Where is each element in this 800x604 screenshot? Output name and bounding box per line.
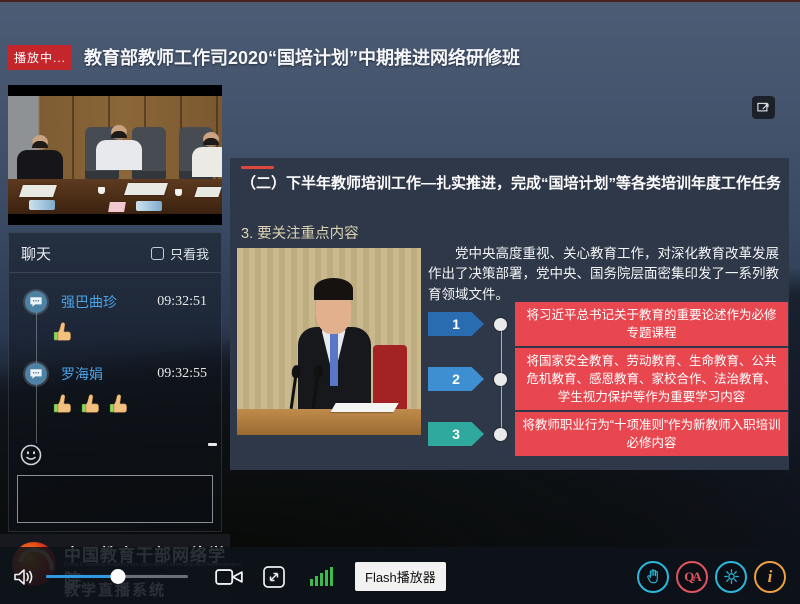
chat-message-emojis (53, 321, 221, 342)
chat-message-list[interactable]: 强巴曲珍 09:32:51 罗海娟 09:32:55 (9, 273, 221, 469)
speaker-icon (12, 565, 36, 589)
list-number-chevron: 3 (428, 422, 484, 446)
list-number-chevron: 2 (428, 367, 484, 391)
slide-list-item: 2 将国家安全教育、劳动教育、生命教育、公共危机教育、感恩教育、家校合作、法治教… (428, 348, 788, 410)
chat-timestamp: 09:32:55 (157, 366, 207, 382)
volume-mute-button[interactable] (12, 565, 36, 589)
list-bullet-dot (494, 373, 507, 386)
gear-icon (722, 567, 741, 586)
chat-message-emojis (53, 393, 221, 414)
list-bullet-dot (494, 318, 507, 331)
swap-layout-button[interactable] (262, 565, 286, 589)
raise-hand-button[interactable] (637, 561, 669, 593)
qa-button[interactable]: QA (676, 561, 708, 593)
signal-strength-indicator (310, 567, 333, 586)
chat-header: 聊天 只看我 (9, 233, 221, 273)
camera-icon (214, 566, 244, 588)
title-bar: 播放中... 教育部教师工作司2020“国培计划”中期推进网络研修班 (0, 40, 800, 74)
volume-slider[interactable] (46, 575, 188, 578)
chat-panel: 聊天 只看我 强巴曲珍 09:32:51 (8, 232, 222, 532)
page-title: 教育部教师工作司2020“国培计划”中期推进网络研修班 (84, 44, 520, 70)
slide-title: （二）下半年教师培训工作—扎实推进，完成“国培计划”等各类培训年度工作任务 (241, 173, 781, 195)
list-bullet-dot (494, 428, 507, 441)
hand-icon (644, 567, 663, 586)
chat-input[interactable] (17, 475, 213, 523)
name-placard (108, 202, 126, 212)
live-status-badge: 播放中... (8, 45, 72, 70)
conference-table (8, 179, 222, 214)
list-item-text: 将习近平总书记关于教育的重要论述作为必修专题课程 (515, 302, 788, 346)
chat-bubble-avatar-icon (25, 363, 47, 385)
slide-section-heading: 3. 要关注重点内容 (241, 222, 359, 243)
only-me-label: 只看我 (170, 244, 209, 263)
chat-timestamp: 09:32:51 (157, 294, 207, 310)
expand-icon (756, 100, 771, 115)
person-left (12, 141, 68, 180)
only-me-toggle[interactable]: 只看我 (151, 244, 209, 263)
swap-arrows-icon (262, 565, 286, 589)
list-item-text: 将国家安全教育、劳动教育、生命教育、公共危机教育、感恩教育、家校合作、法治教育、… (515, 348, 788, 410)
thumbs-up-icon (109, 393, 130, 414)
volume-slider-knob[interactable] (111, 569, 126, 584)
chat-message: 罗海娟 09:32:55 (9, 363, 221, 414)
person-center (94, 131, 145, 170)
slide-list-item: 1 将习近平总书记关于教育的重要论述作为必修专题课程 (428, 304, 788, 344)
chat-username[interactable]: 强巴曲珍 (61, 292, 117, 312)
chat-bubble-avatar-icon (25, 291, 47, 313)
settings-button[interactable] (715, 561, 747, 593)
thumbs-up-icon (53, 321, 74, 342)
volume-slider-fill (46, 575, 118, 578)
only-me-checkbox[interactable] (151, 247, 164, 260)
slide-accent-dash (241, 166, 274, 169)
person-right (192, 138, 222, 177)
presentation-slide[interactable]: （二）下半年教师培训工作—扎实推进，完成“国培计划”等各类培训年度工作任务 3.… (230, 158, 789, 470)
speaker-photo (237, 248, 421, 435)
presenter-video-feed[interactable] (8, 85, 222, 225)
list-number-chevron: 1 (428, 312, 484, 336)
list-item-text: 将教师职业行为“十项准则”作为新教师入职培训必修内容 (515, 412, 788, 456)
slide-paragraph: 党中央高度重视、关心教育工作，对深化教育改革发展作出了决策部署，党中央、国务院层… (428, 244, 786, 305)
expand-slide-button[interactable] (752, 96, 775, 119)
player-control-bar: Flash播放器 QA i (0, 547, 800, 604)
thumbs-up-icon (53, 393, 74, 414)
emoji-picker-button[interactable] (19, 443, 43, 467)
thumbs-up-icon (81, 393, 102, 414)
chat-username[interactable]: 罗海娟 (61, 364, 103, 384)
chat-message: 强巴曲珍 09:32:51 (9, 291, 221, 342)
video-scene (8, 96, 222, 214)
flash-player-button[interactable]: Flash播放器 (355, 562, 446, 591)
slide-list-item: 3 将教师职业行为“十项准则”作为新教师入职培训必修内容 (428, 414, 788, 454)
camera-toggle-button[interactable] (214, 566, 244, 588)
chat-scrollbar-thumb[interactable] (208, 443, 217, 446)
info-button[interactable]: i (754, 561, 786, 593)
chat-title: 聊天 (21, 243, 51, 264)
